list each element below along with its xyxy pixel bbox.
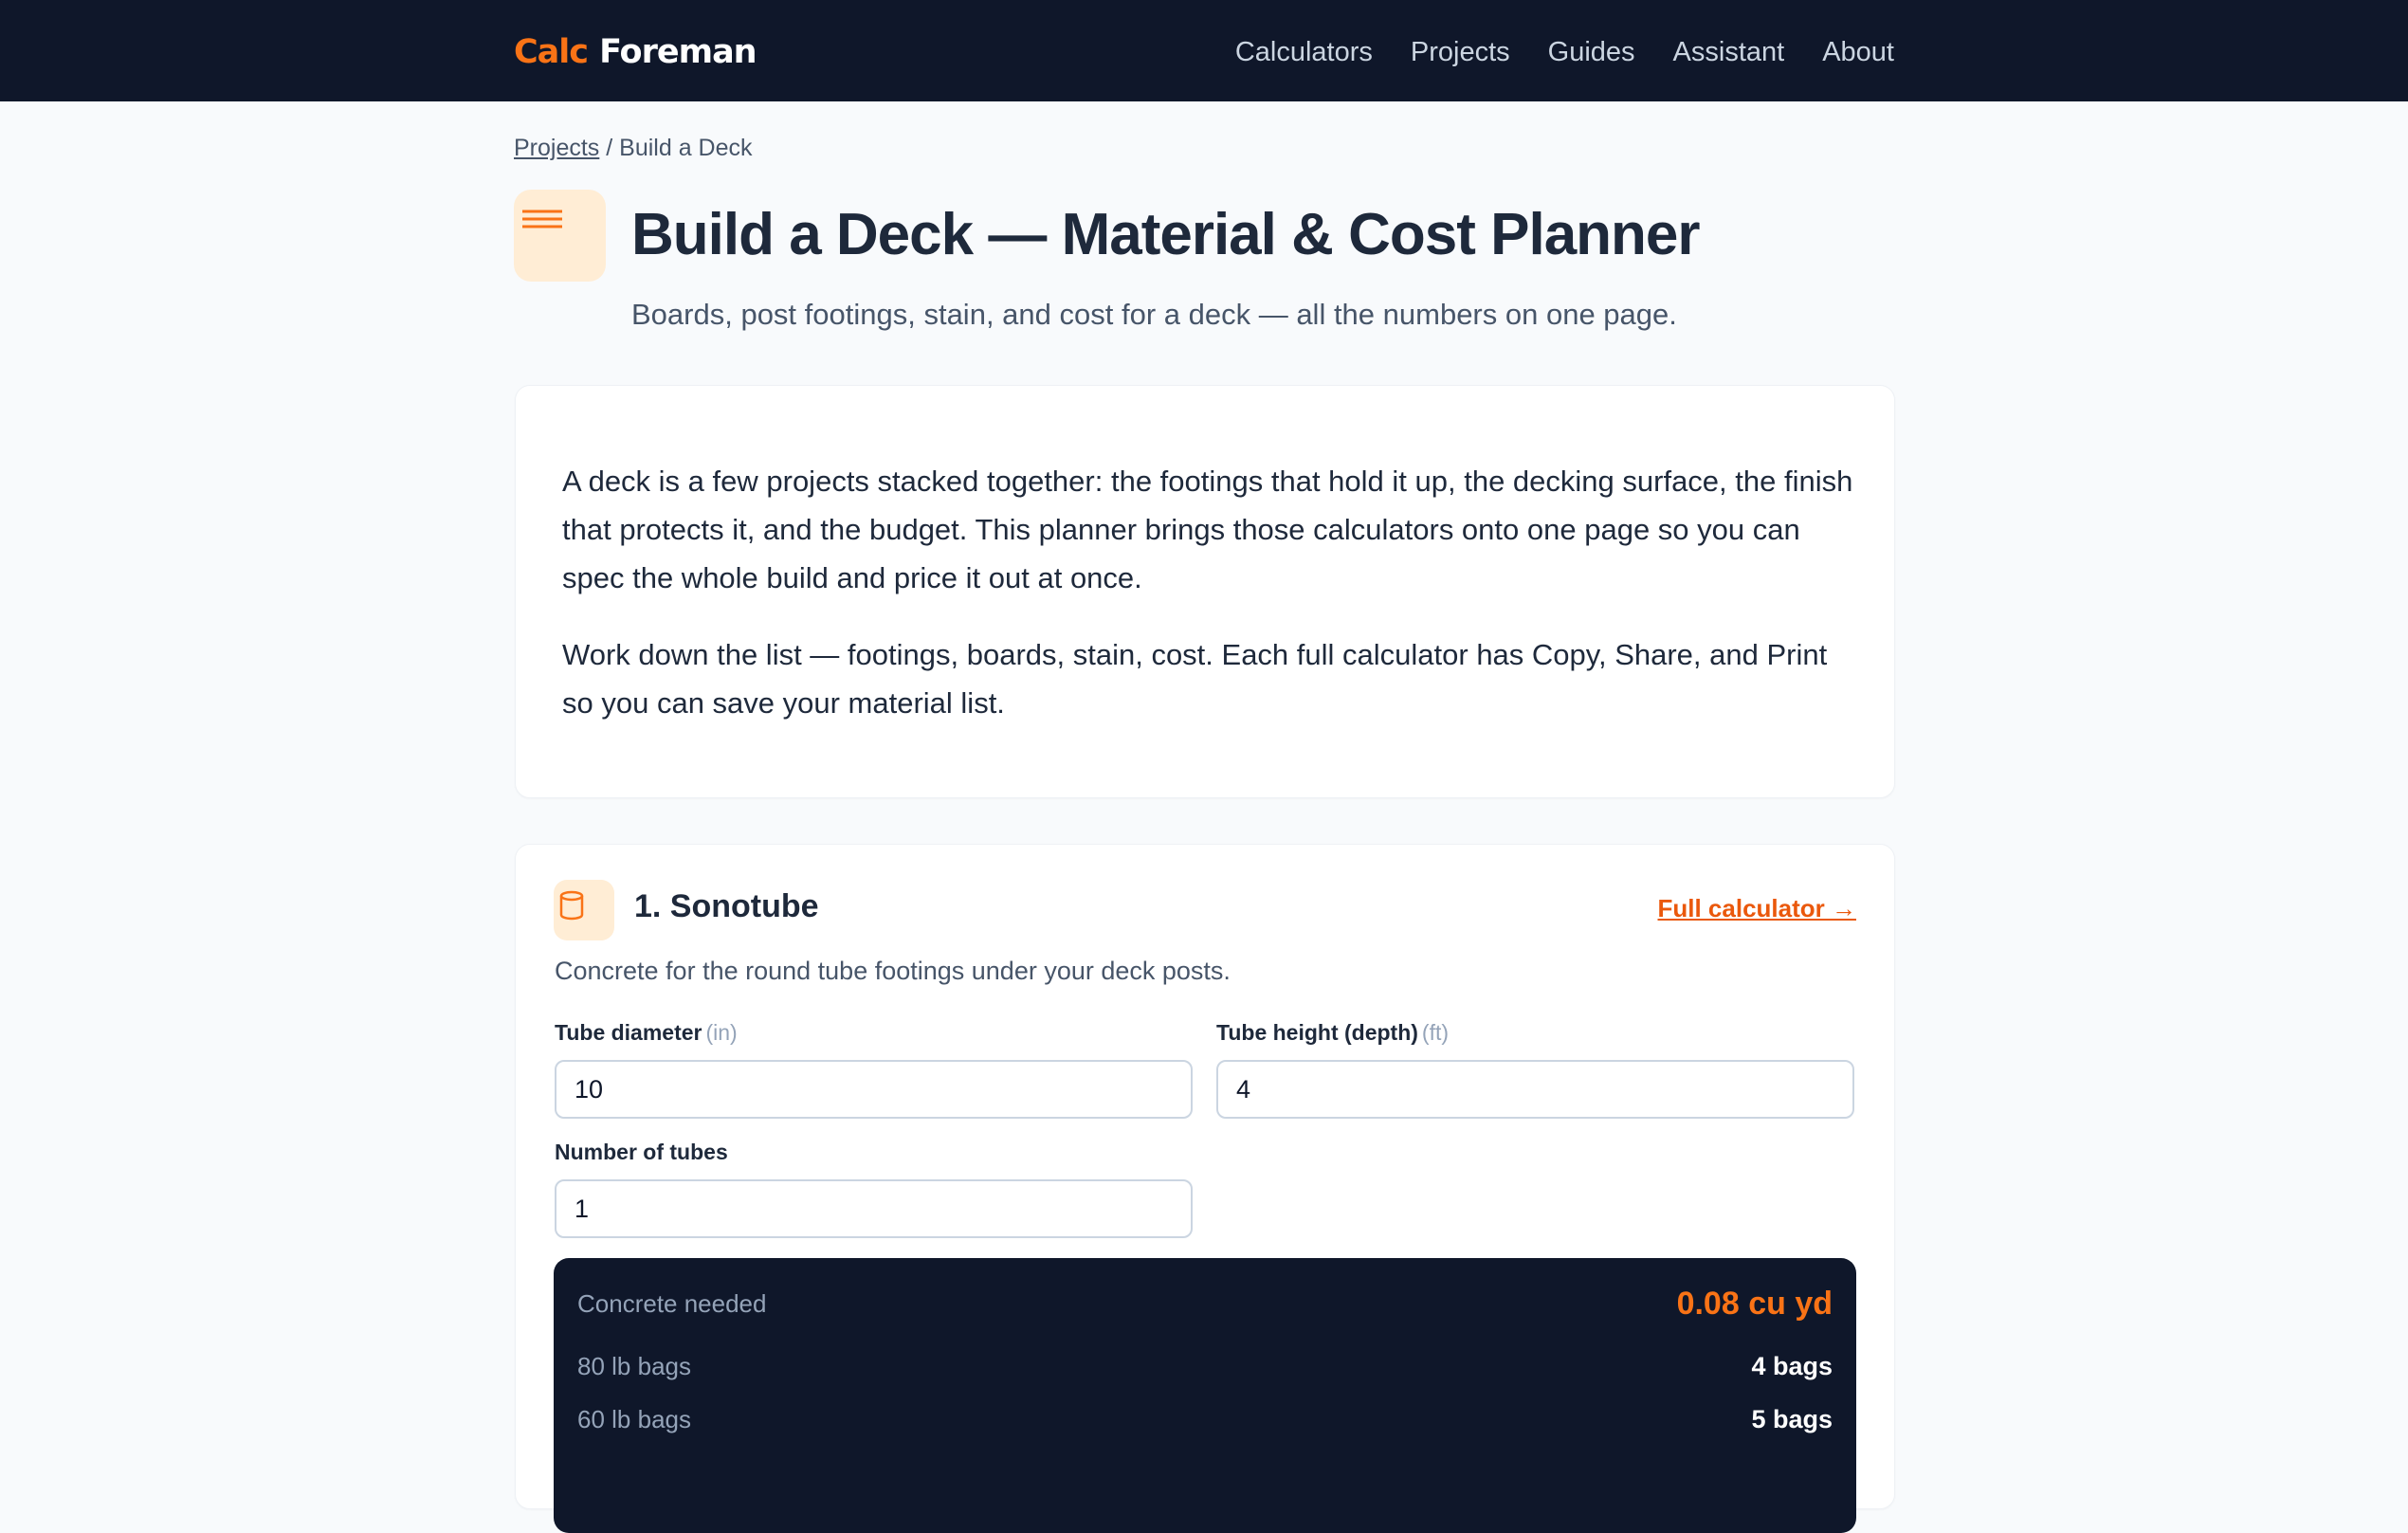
- intro-paragraph: Work down the list — footings, boards, s…: [562, 638, 1828, 720]
- result-label-concrete: Concrete needed: [577, 1289, 767, 1318]
- nav-link-guides[interactable]: Guides: [1548, 28, 1635, 76]
- number-of-tubes-label-text: Number of tubes: [555, 1140, 728, 1164]
- breadcrumb: Projects / Build a Deck: [514, 135, 753, 162]
- tube-height-label-text: Tube height (depth): [1216, 1020, 1418, 1045]
- tube-diameter-unit: (in): [705, 1020, 738, 1045]
- tube-diameter-label: Tube diameter (in): [555, 1020, 738, 1046]
- nav-link-assistant[interactable]: Assistant: [1673, 28, 1785, 76]
- tube-height-input[interactable]: 4: [1216, 1060, 1854, 1119]
- result-label-60lb-bags: 60 lb bags: [577, 1405, 691, 1433]
- number-of-tubes-label: Number of tubes: [555, 1140, 728, 1165]
- section-title: 1. Sonotube: [634, 888, 819, 924]
- breadcrumb-current: Build a Deck: [619, 135, 753, 161]
- nav-link-projects[interactable]: Projects: [1411, 28, 1510, 76]
- page-title: Build a Deck — Material & Cost Planner: [631, 202, 1701, 267]
- breadcrumb-separator: /: [606, 135, 613, 161]
- menu-lines-icon: [514, 190, 606, 282]
- number-of-tubes-input[interactable]: 1: [555, 1179, 1193, 1238]
- result-row: 60 lb bags 5 bags: [577, 1393, 1833, 1440]
- result-label-80lb-bags: 80 lb bags: [577, 1352, 691, 1380]
- tube-height-unit: (ft): [1421, 1020, 1450, 1045]
- intro-paragraph: A deck is a few projects stacked togethe…: [562, 465, 1853, 594]
- section-description: Concrete for the round tube footings und…: [555, 957, 1231, 985]
- nav-link-about[interactable]: About: [1822, 28, 1894, 76]
- intro-card: A deck is a few projects stacked togethe…: [515, 385, 1895, 798]
- result-row: Concrete needed 0.08 cu yd: [577, 1277, 1833, 1324]
- main-nav: Calculators Projects Guides Assistant Ab…: [1235, 28, 1894, 76]
- result-value-80lb-bags: 4 bags: [1751, 1352, 1833, 1380]
- nav-link-calculators[interactable]: Calculators: [1235, 28, 1373, 76]
- result-value-concrete: 0.08 cu yd: [1676, 1286, 1833, 1322]
- tube-diameter-input[interactable]: 10: [555, 1060, 1193, 1119]
- sonotube-calculator-card: 1. Sonotube Full calculator → Concrete f…: [515, 844, 1895, 1533]
- brand-logo-calc: Calc: [514, 33, 589, 71]
- result-row: 80 lb bags 4 bags: [577, 1340, 1833, 1387]
- cylinder-icon: [554, 880, 614, 940]
- top-navbar: Calc Foreman Calculators Projects Guides …: [0, 0, 2408, 101]
- tube-diameter-label-text: Tube diameter: [555, 1020, 702, 1045]
- brand-logo-foreman: Foreman: [599, 33, 757, 71]
- full-calculator-link[interactable]: Full calculator →: [1658, 894, 1857, 923]
- results-panel: Concrete needed 0.08 cu yd 80 lb bags 4 …: [554, 1258, 1856, 1533]
- page-subtitle: Boards, post footings, stain, and cost f…: [631, 298, 1677, 331]
- result-value-60lb-bags: 5 bags: [1751, 1405, 1833, 1433]
- tube-height-label: Tube height (depth) (ft): [1216, 1020, 1449, 1046]
- breadcrumb-link-projects[interactable]: Projects: [514, 135, 599, 161]
- brand-logo[interactable]: Calc Foreman: [514, 28, 757, 76]
